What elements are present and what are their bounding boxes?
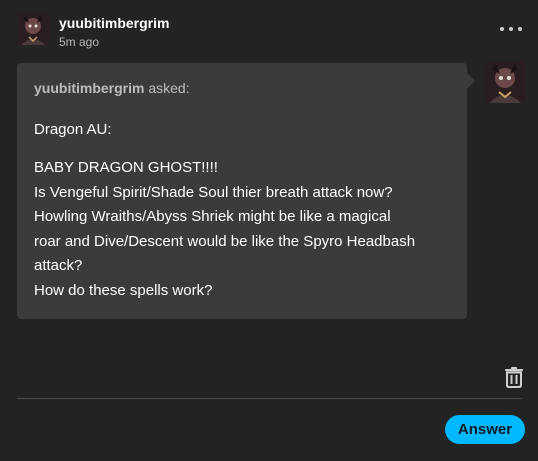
post-username[interactable]: yuubitimbergrim — [59, 15, 169, 31]
avatar[interactable] — [17, 13, 49, 45]
post-header: yuubitimbergrim 5m ago — [17, 13, 522, 53]
avatar-image — [17, 13, 49, 45]
question-line: attack? — [34, 257, 83, 274]
dot — [500, 27, 504, 31]
asker-name[interactable]: yuubitimbergrim — [34, 80, 144, 96]
question-line: roar and Dive/Descent would be like the … — [34, 232, 416, 250]
more-horizontal-icon[interactable] — [500, 19, 522, 39]
ask-bubble: yuubitimbergrim asked: Dragon AU: BABY D… — [17, 63, 475, 319]
asker-avatar[interactable] — [485, 62, 525, 103]
question-paragraph: Dragon AU: — [34, 121, 112, 138]
question-line: Is Vengeful Spirit/Shade Soul thier brea… — [34, 183, 393, 201]
answer-button[interactable]: Answer — [445, 415, 525, 444]
dot — [518, 27, 522, 31]
asked-suffix: asked: — [144, 80, 190, 96]
ask-card: yuubitimbergrim 5m ago yuubitimbergrim a… — [0, 0, 538, 461]
question-line: How do these spells work? — [34, 281, 213, 299]
divider — [17, 398, 522, 399]
post-timestamp[interactable]: 5m ago — [59, 35, 99, 49]
trash-icon[interactable] — [503, 366, 525, 388]
question-body: BABY DRAGON GHOST!!!! Is Vengeful Spirit… — [34, 156, 450, 303]
asked-line: yuubitimbergrim asked: — [34, 80, 450, 96]
asker-avatar-image — [485, 62, 525, 103]
question-line: BABY DRAGON GHOST!!!! — [34, 159, 218, 176]
question-line: Howling Wraiths/Abyss Shriek might be li… — [34, 208, 391, 225]
dot — [509, 27, 513, 31]
trash-icon-svg — [505, 367, 523, 388]
